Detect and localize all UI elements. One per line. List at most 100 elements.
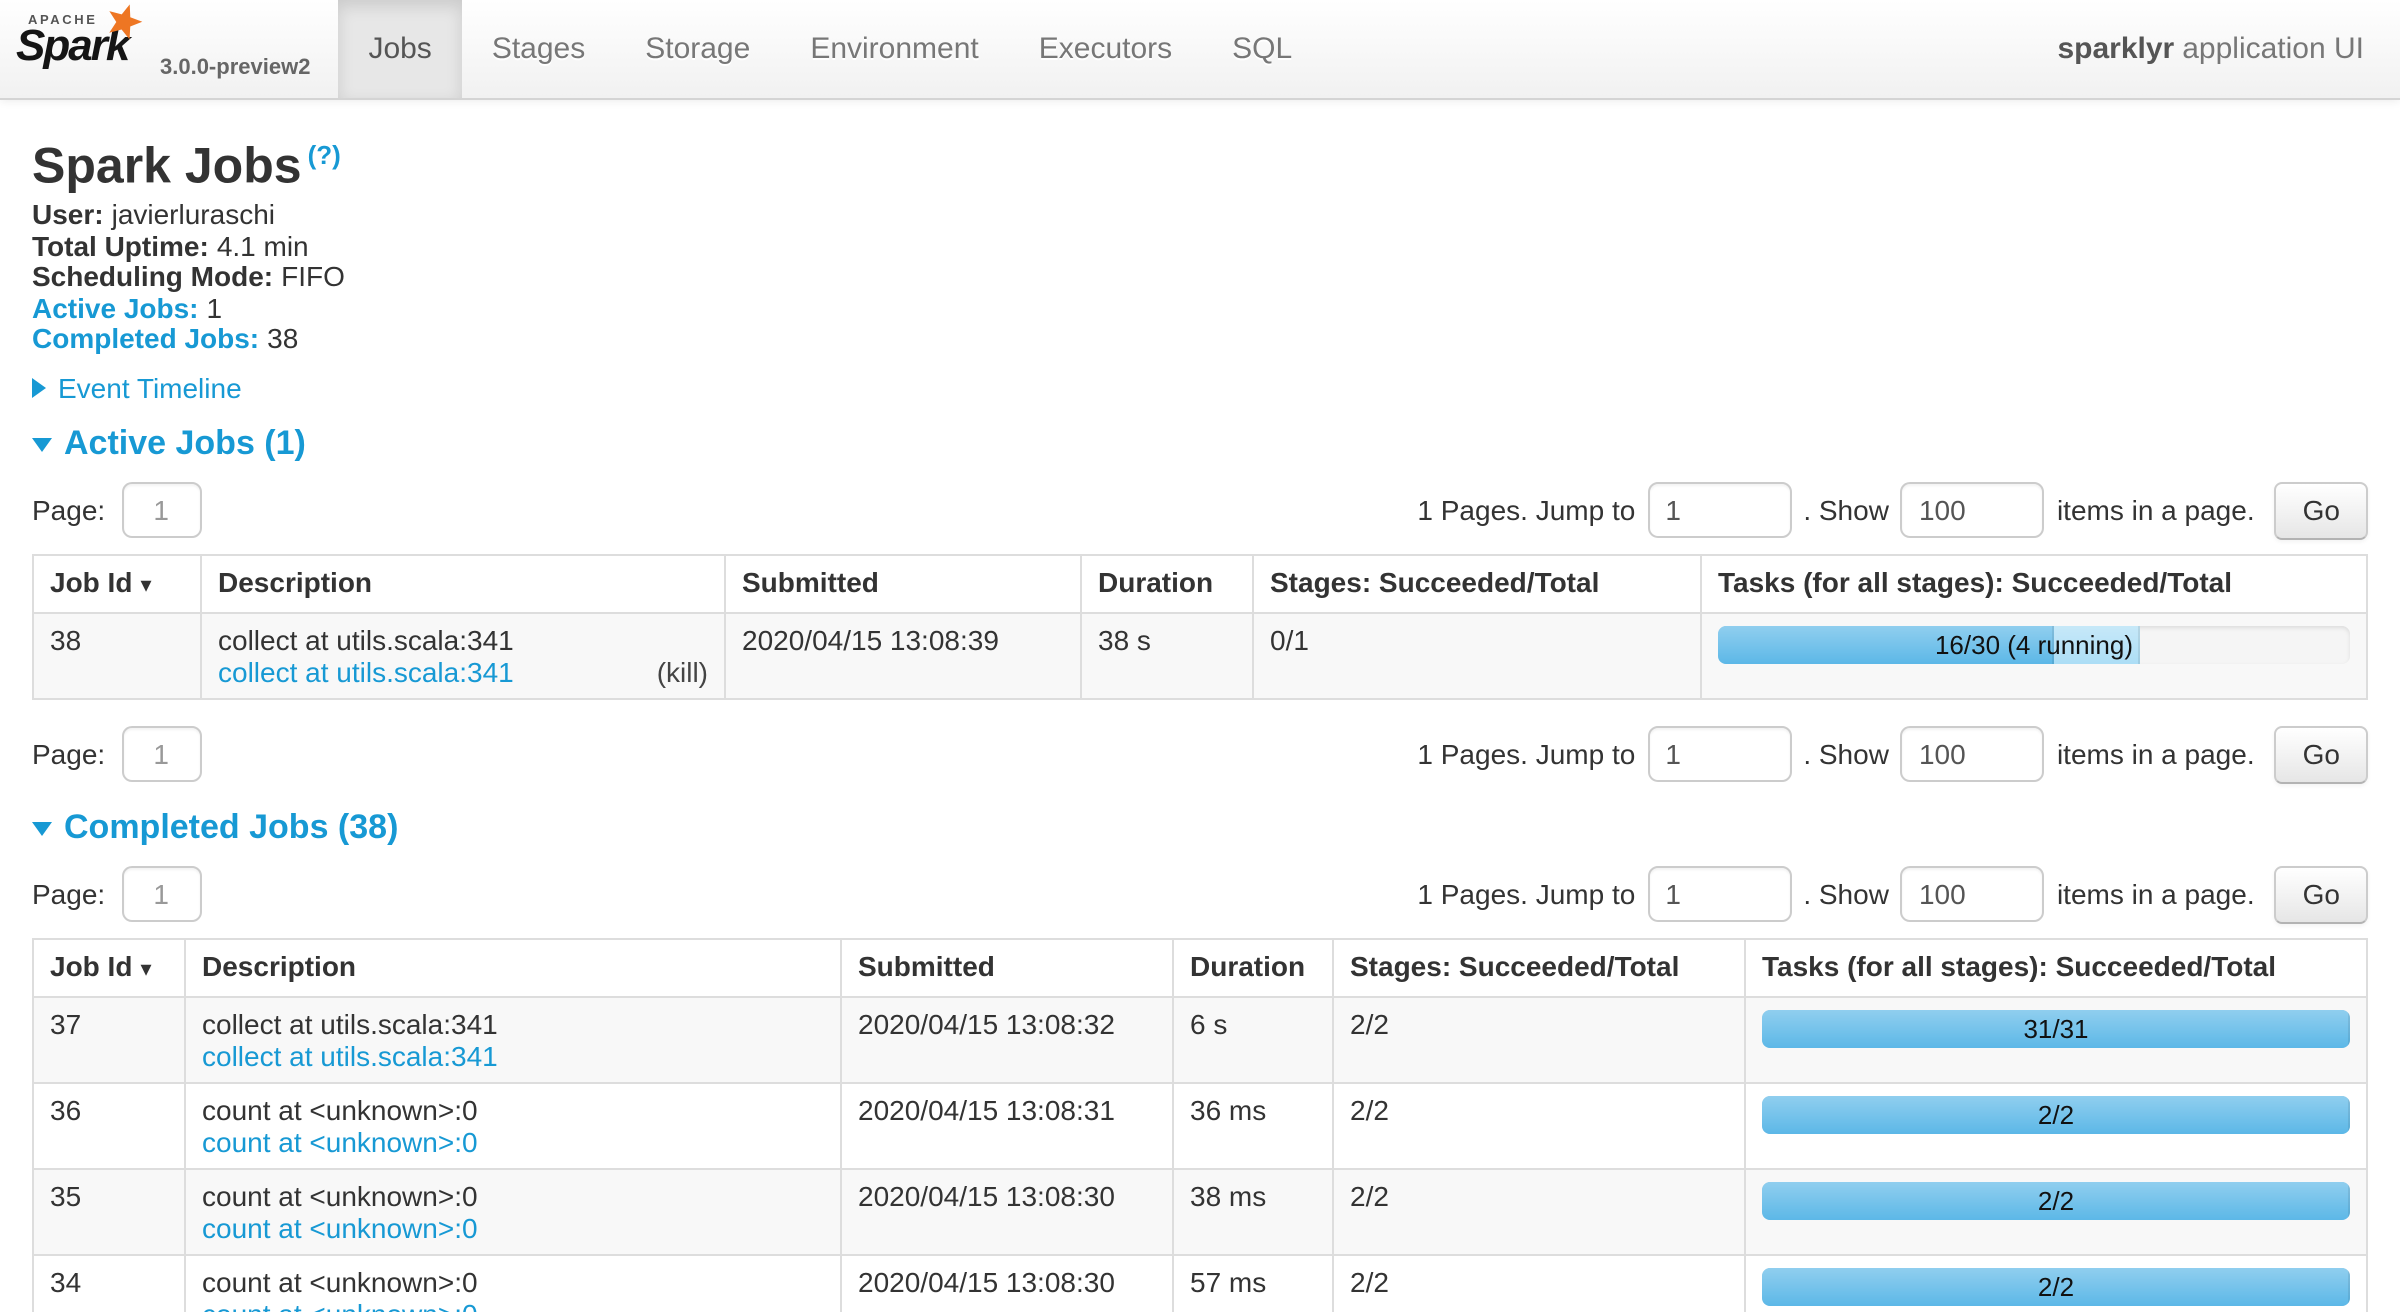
progress-label: 2/2 [1762,1268,2350,1306]
col-description[interactable]: Description [185,939,841,997]
info-active-jobs: Active Jobs:1 [32,294,2368,325]
col-stages[interactable]: Stages: Succeeded/Total [1253,555,1701,613]
nav-link-stages[interactable]: Stages [462,0,615,98]
nav-item-executors[interactable]: Executors [1009,0,1202,98]
app-title: sparklyr application UI [2057,0,2400,98]
info-uptime-label: Total Uptime: [32,230,209,262]
pages-text: 1 Pages. Jump to [1417,879,1635,911]
nav-item-sql[interactable]: SQL [1202,0,1322,98]
completed-job-row-37: 37 collect at utils.scala:341 collect at… [33,997,2367,1083]
completed-jobs-count: 38 [267,323,298,355]
nav-link-jobs[interactable]: Jobs [338,0,461,98]
go-button[interactable]: Go [2275,866,2368,924]
show-text: . Show [1803,879,1889,911]
active-table-header-row: Job Id▾ Description Submitted Duration S… [33,555,2367,613]
active-jobs-link[interactable]: Active Jobs: [32,292,199,324]
top-navbar: APACHE Spark 3.0.0-preview2 Jobs Stages … [0,0,2400,100]
event-timeline-toggle[interactable]: Event Timeline [32,372,2368,404]
nav-link-storage[interactable]: Storage [615,0,780,98]
page-number-input[interactable] [121,727,201,783]
job-description-link[interactable]: collect at utils.scala:341 [202,1040,498,1072]
event-timeline-label: Event Timeline [58,372,242,404]
items-text: items in a page. [2057,879,2255,911]
job-description-link[interactable]: collect at utils.scala:341 [218,656,514,688]
page-number-input[interactable] [121,867,201,923]
info-uptime: Total Uptime:4.1 min [32,232,2368,263]
col-job-id[interactable]: Job Id▾ [33,939,185,997]
jump-to-page-input[interactable] [1647,867,1791,923]
items-text: items in a page. [2057,739,2255,771]
items-per-page-input[interactable] [1901,867,2045,923]
go-button[interactable]: Go [2275,726,2368,784]
info-scheduling-mode: Scheduling Mode:FIFO [32,263,2368,294]
pagination-completed-top: Page: 1 Pages. Jump to . Show items in a… [32,866,2368,924]
job-duration-cell: 36 ms [1173,1083,1333,1169]
active-job-row-38: 38 collect at utils.scala:341 collect at… [33,613,2367,699]
job-description-text: collect at utils.scala:341 [202,1008,824,1040]
job-tasks-cell: 2/2 [1745,1169,2367,1255]
job-description-link[interactable]: count at <unknown>:0 [202,1212,478,1244]
job-description-text: count at <unknown>:0 [202,1266,824,1298]
pagination-controls: 1 Pages. Jump to . Show items in a page.… [1417,482,2368,540]
nav-item-stages[interactable]: Stages [462,0,615,98]
nav-link-sql[interactable]: SQL [1202,0,1322,98]
completed-job-row-36: 36 count at <unknown>:0 count at <unknow… [33,1083,2367,1169]
col-stages[interactable]: Stages: Succeeded/Total [1333,939,1745,997]
col-submitted[interactable]: Submitted [725,555,1081,613]
active-section-title: Active Jobs (1) [64,424,306,464]
col-duration[interactable]: Duration [1173,939,1333,997]
page-number-input[interactable] [121,483,201,539]
job-description-cell: collect at utils.scala:341 collect at ut… [201,613,725,699]
jump-to-page-input[interactable] [1647,727,1791,783]
help-link[interactable]: (?) [308,140,341,170]
nav-link-environment[interactable]: Environment [780,0,1008,98]
job-tasks-cell: 31/31 [1745,997,2367,1083]
nav-link-executors[interactable]: Executors [1009,0,1202,98]
spark-ui-root: APACHE Spark 3.0.0-preview2 Jobs Stages … [0,0,2400,1312]
app-title-name: sparklyr [2057,32,2174,66]
col-job-id-label: Job Id [50,950,132,982]
job-description-cell: count at <unknown>:0 count at <unknown>:… [185,1083,841,1169]
progress-label: 2/2 [1762,1096,2350,1134]
job-description-link[interactable]: count at <unknown>:0 [202,1298,478,1312]
tasks-progress-bar: 2/2 [1762,1268,2350,1306]
active-jobs-count: 1 [207,292,223,324]
job-stages-cell: 2/2 [1333,997,1745,1083]
nav-item-jobs[interactable]: Jobs [338,0,461,98]
job-description-cell: count at <unknown>:0 count at <unknown>:… [185,1255,841,1312]
app-info-list: User:javierluraschi Total Uptime:4.1 min… [32,201,2368,356]
col-tasks[interactable]: Tasks (for all stages): Succeeded/Total [1745,939,2367,997]
collapse-arrow-icon [32,439,52,453]
col-submitted[interactable]: Submitted [841,939,1173,997]
tasks-progress-bar: 2/2 [1762,1096,2350,1134]
page-label: Page: [32,495,105,527]
nav-item-environment[interactable]: Environment [780,0,1008,98]
job-id-cell: 34 [33,1255,185,1312]
col-duration[interactable]: Duration [1081,555,1253,613]
pagination-controls: 1 Pages. Jump to . Show items in a page.… [1417,726,2368,784]
job-id-cell: 37 [33,997,185,1083]
col-tasks[interactable]: Tasks (for all stages): Succeeded/Total [1701,555,2367,613]
col-job-id[interactable]: Job Id▾ [33,555,201,613]
progress-label: 31/31 [1762,1010,2350,1048]
items-per-page-input[interactable] [1901,727,2045,783]
spark-star-icon [104,2,144,42]
jump-to-page-input[interactable] [1647,483,1791,539]
info-completed-jobs: Completed Jobs:38 [32,325,2368,356]
col-description[interactable]: Description [201,555,725,613]
pagination-active-bottom: Page: 1 Pages. Jump to . Show items in a… [32,726,2368,784]
go-button[interactable]: Go [2275,482,2368,540]
job-description-link[interactable]: count at <unknown>:0 [202,1126,478,1158]
spark-logo[interactable]: APACHE Spark [0,0,156,98]
section-active-jobs[interactable]: Active Jobs (1) [32,424,2368,464]
kill-link[interactable]: (kill) [657,656,708,688]
nav-item-storage[interactable]: Storage [615,0,780,98]
job-description-cell: count at <unknown>:0 count at <unknown>:… [185,1169,841,1255]
completed-job-row-35: 35 count at <unknown>:0 count at <unknow… [33,1169,2367,1255]
page-label: Page: [32,879,105,911]
job-tasks-cell: 2/2 [1745,1255,2367,1312]
section-completed-jobs[interactable]: Completed Jobs (38) [32,808,2368,848]
completed-jobs-link[interactable]: Completed Jobs: [32,323,259,355]
items-text: items in a page. [2057,495,2255,527]
items-per-page-input[interactable] [1901,483,2045,539]
